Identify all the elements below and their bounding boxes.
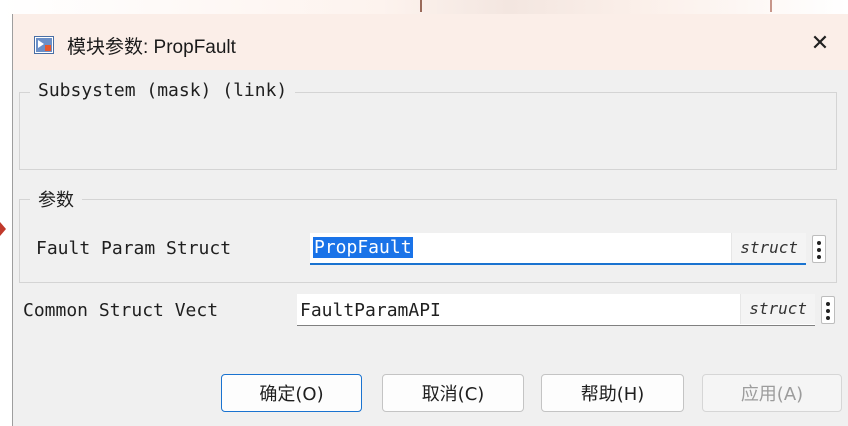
fault-param-struct-input[interactable]: PropFault struct bbox=[310, 233, 806, 265]
ok-button[interactable]: 确定(O) bbox=[221, 374, 362, 412]
port-marker-icon bbox=[0, 222, 6, 236]
title-bar[interactable]: 模块参数: PropFault ✕ bbox=[13, 14, 848, 70]
simulink-block-icon bbox=[34, 36, 54, 54]
parameters-group-legend: 参数 bbox=[30, 186, 82, 212]
parameters-group: 参数 Fault Param Struct PropFault struct bbox=[19, 186, 837, 283]
common-struct-vect-input[interactable]: FaultParamAPI struct bbox=[297, 294, 815, 326]
fault-param-struct-value: PropFault bbox=[313, 237, 413, 258]
common-struct-vect-value: FaultParamAPI bbox=[300, 300, 441, 321]
help-button[interactable]: 帮助(H) bbox=[541, 374, 684, 412]
background-mark bbox=[420, 0, 422, 12]
subsystem-description-group: Subsystem (mask) (link) bbox=[19, 80, 837, 170]
common-struct-vect-label: Common Struct Vect bbox=[23, 300, 219, 321]
kebab-menu-icon[interactable] bbox=[821, 296, 835, 324]
apply-button[interactable]: 应用(A) bbox=[702, 374, 842, 412]
dialog-title: 模块参数: PropFault bbox=[67, 37, 236, 58]
cancel-button[interactable]: 取消(C) bbox=[382, 374, 524, 412]
background-mark bbox=[770, 0, 772, 12]
fault-param-struct-label: Fault Param Struct bbox=[36, 238, 232, 259]
kebab-menu-icon[interactable] bbox=[812, 235, 826, 263]
close-icon[interactable]: ✕ bbox=[803, 26, 837, 60]
block-parameters-dialog: 模块参数: PropFault ✕ Subsystem (mask) (link… bbox=[12, 14, 848, 426]
subsystem-group-legend: Subsystem (mask) (link) bbox=[30, 80, 296, 101]
fault-param-struct-type: struct bbox=[731, 233, 806, 263]
common-struct-vect-type: struct bbox=[740, 294, 815, 324]
